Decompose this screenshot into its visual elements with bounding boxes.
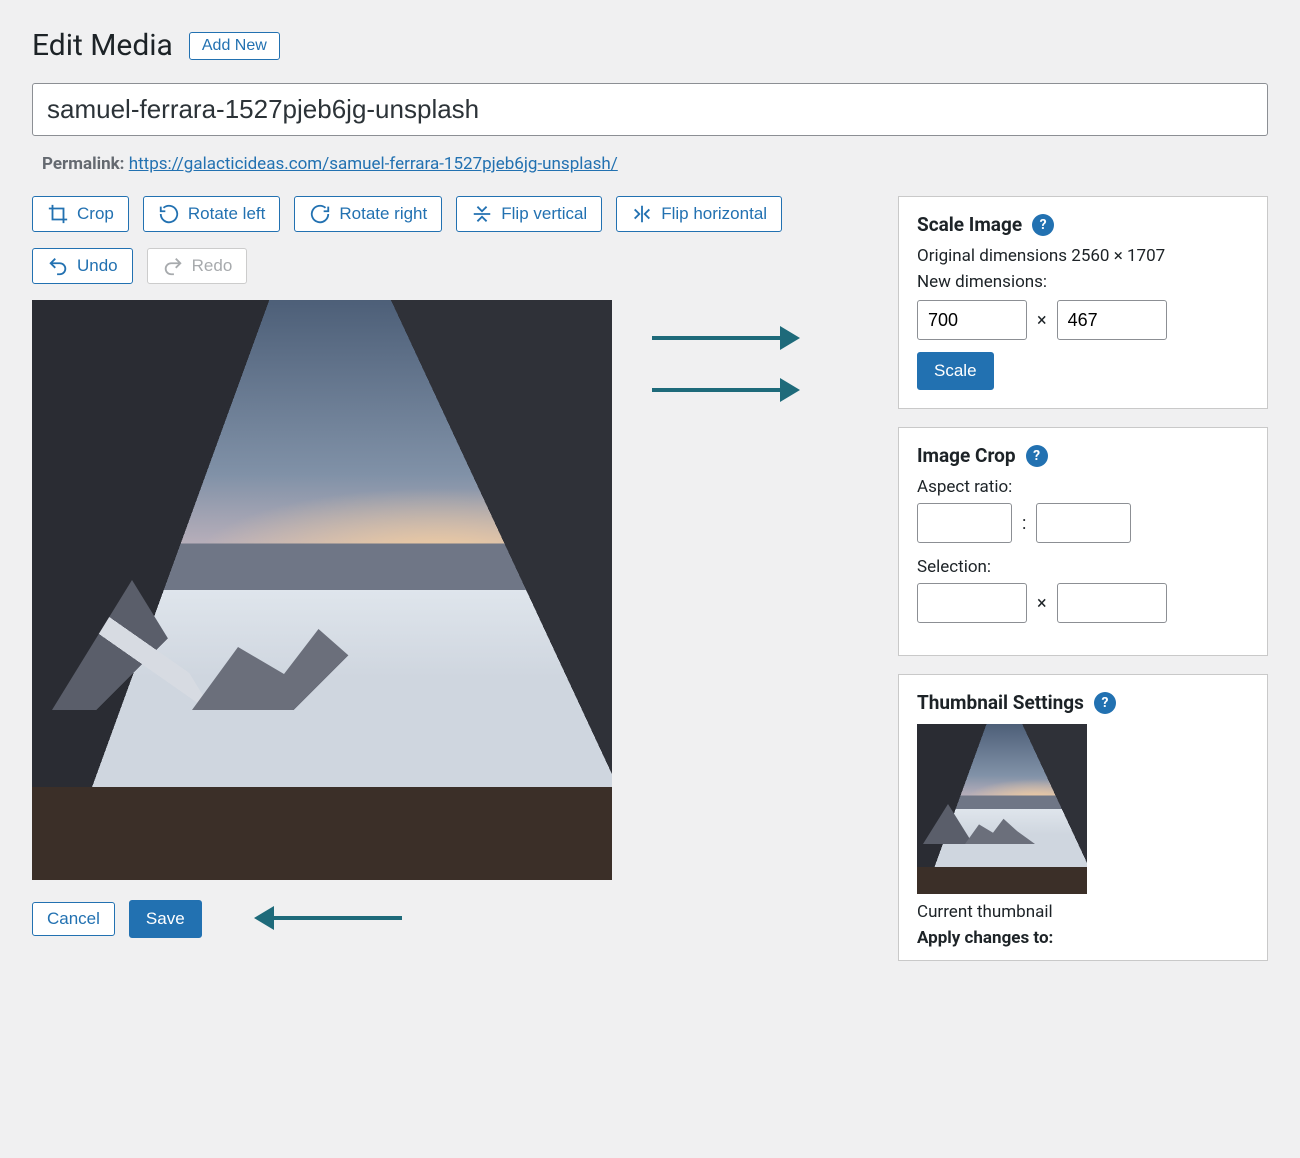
save-button[interactable]: Save (129, 900, 202, 938)
thumbnail-settings-panel: Thumbnail Settings ? Current thumbnail A… (898, 674, 1268, 961)
crop-icon (47, 203, 69, 225)
selection-height-input[interactable] (1057, 583, 1167, 623)
rotate-left-label: Rotate left (188, 204, 266, 224)
page-title: Edit Media (32, 28, 173, 63)
undo-label: Undo (77, 256, 118, 276)
permalink-link[interactable]: https://galacticideas.com/samuel-ferrara… (129, 154, 618, 174)
flip-horizontal-button[interactable]: Flip horizontal (616, 196, 782, 232)
annotation-arrow-save (272, 916, 402, 920)
flip-vertical-label: Flip vertical (501, 204, 587, 224)
new-dimensions-label: New dimensions: (917, 272, 1249, 292)
aspect-ratio-label: Aspect ratio: (917, 477, 1249, 497)
add-new-button[interactable]: Add New (189, 32, 280, 60)
image-crop-panel: Image Crop ? Aspect ratio: : Selection: … (898, 427, 1268, 656)
image-crop-title: Image Crop (917, 444, 1016, 467)
undo-button[interactable]: Undo (32, 248, 133, 284)
rotate-right-button[interactable]: Rotate right (294, 196, 442, 232)
annotation-arrow-dimensions (652, 336, 782, 340)
scale-width-input[interactable] (917, 300, 1027, 340)
flip-vertical-icon (471, 203, 493, 225)
dimensions-separator: × (1037, 310, 1047, 331)
help-icon[interactable]: ? (1032, 214, 1054, 236)
permalink-row: Permalink: https://galacticideas.com/sam… (42, 154, 1268, 174)
redo-label: Redo (192, 256, 233, 276)
rotate-right-icon (309, 203, 331, 225)
rotate-left-icon (158, 203, 180, 225)
selection-separator: × (1037, 593, 1047, 614)
aspect-separator: : (1022, 513, 1026, 534)
help-icon[interactable]: ? (1094, 692, 1116, 714)
scale-image-title: Scale Image (917, 213, 1022, 236)
selection-width-input[interactable] (917, 583, 1027, 623)
help-icon[interactable]: ? (1026, 445, 1048, 467)
selection-label: Selection: (917, 557, 1249, 577)
permalink-label: Permalink: (42, 154, 124, 174)
redo-button: Redo (147, 248, 248, 284)
thumbnail-preview (917, 724, 1087, 894)
annotation-arrow-scale (652, 388, 782, 392)
undo-icon (47, 255, 69, 277)
redo-icon (162, 255, 184, 277)
current-thumbnail-label: Current thumbnail (917, 902, 1249, 922)
thumbnail-settings-title: Thumbnail Settings (917, 691, 1084, 714)
crop-button[interactable]: Crop (32, 196, 129, 232)
rotate-left-button[interactable]: Rotate left (143, 196, 281, 232)
scale-image-panel: Scale Image ? Original dimensions 2560 ×… (898, 196, 1268, 409)
flip-horizontal-label: Flip horizontal (661, 204, 767, 224)
original-dimensions: Original dimensions 2560 × 1707 (917, 246, 1249, 266)
flip-horizontal-icon (631, 203, 653, 225)
rotate-right-label: Rotate right (339, 204, 427, 224)
scale-button[interactable]: Scale (917, 352, 994, 390)
apply-changes-label: Apply changes to: (917, 928, 1249, 948)
crop-label: Crop (77, 204, 114, 224)
aspect-width-input[interactable] (917, 503, 1012, 543)
image-preview[interactable] (32, 300, 612, 880)
cancel-button[interactable]: Cancel (32, 902, 115, 936)
scale-height-input[interactable] (1057, 300, 1167, 340)
flip-vertical-button[interactable]: Flip vertical (456, 196, 602, 232)
media-title-input[interactable] (32, 83, 1268, 136)
aspect-height-input[interactable] (1036, 503, 1131, 543)
